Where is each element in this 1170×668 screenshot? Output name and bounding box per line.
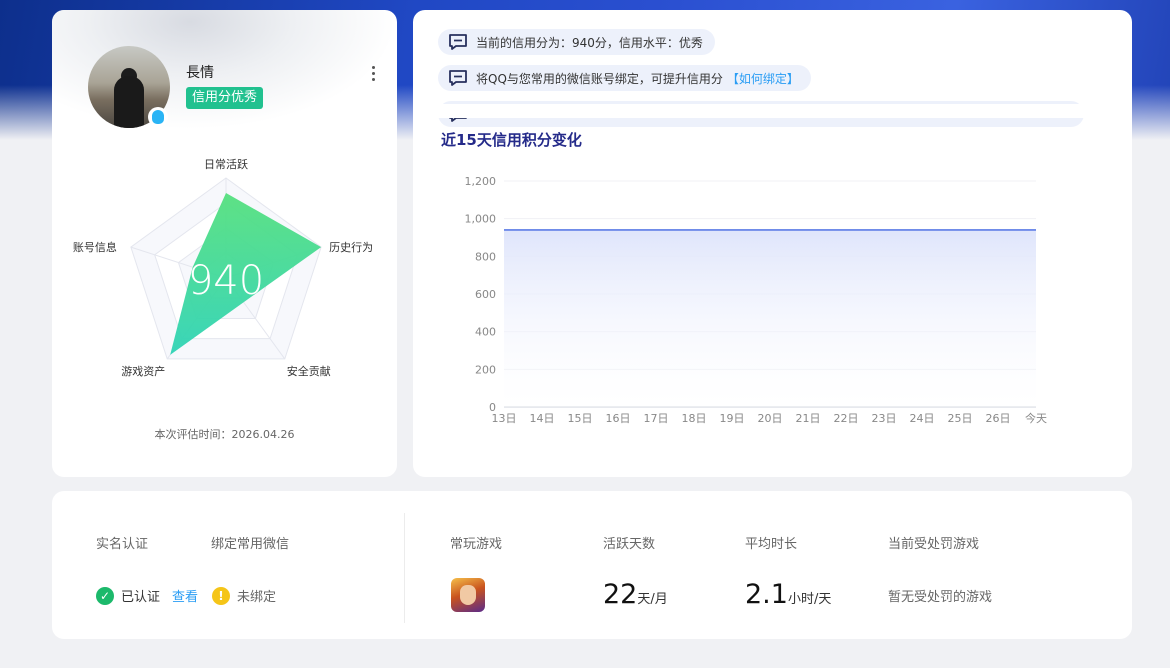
y-tick-label: 200 bbox=[475, 363, 496, 376]
x-tick-label: 15日 bbox=[568, 412, 593, 425]
credit-line-chart: 02004006008001,0001,20013日 14日 15日 16日 17日 18… bbox=[465, 175, 1048, 425]
game-icon[interactable] bbox=[451, 578, 485, 612]
frequent-game-label: 常玩游戏 bbox=[450, 537, 503, 552]
credit-chart-card: 当前的信用分为：940分，信用水平：优秀 将QQ与您常用的微信账号绑定，可提升信… bbox=[413, 10, 1132, 477]
x-tick-label: 25日 bbox=[948, 412, 973, 425]
x-tick-label: 19日 bbox=[720, 412, 745, 425]
avg-duration-value: 2.1小时/天 bbox=[745, 579, 832, 610]
x-tick-label: 21日 bbox=[796, 412, 821, 425]
penalty-text: 暂无受处罚的游戏 bbox=[888, 590, 993, 605]
radar-axis-label: 安全贡献 bbox=[287, 364, 331, 378]
y-tick-label: 1,000 bbox=[465, 213, 497, 226]
radar-axis-label: 账号信息 bbox=[73, 240, 117, 254]
y-tick-label: 1,200 bbox=[465, 175, 497, 188]
credit-radar-chart: 940 日常活跃历史行为安全贡献 游戏资产 账号信息 bbox=[73, 157, 373, 378]
radar-axis-label: 日常活跃 bbox=[204, 157, 248, 171]
y-tick-label: 800 bbox=[475, 250, 496, 263]
evaluation-time: 本次评估时间：2026.04.26 bbox=[154, 428, 295, 441]
x-tick-label: 今天 bbox=[1025, 411, 1047, 425]
x-tick-label: 13日 bbox=[492, 412, 517, 425]
x-tick-label: 22日 bbox=[834, 412, 859, 425]
x-tick-label: 24日 bbox=[910, 412, 935, 425]
chart-area-fill bbox=[504, 229, 1036, 407]
wechat-status-text: 未绑定 bbox=[237, 590, 277, 605]
active-days-value: 22天/月 bbox=[603, 579, 668, 610]
divider bbox=[404, 513, 405, 623]
credit-level-badge: 信用分优秀 bbox=[186, 87, 264, 109]
realname-label: 实名认证 bbox=[96, 537, 149, 552]
qq-icon bbox=[148, 107, 168, 127]
nickname: 長情 bbox=[186, 65, 214, 81]
x-tick-label: 16日 bbox=[606, 412, 631, 425]
wechat-bind-status: ! 未绑定 bbox=[212, 586, 276, 605]
more-options-icon[interactable] bbox=[368, 66, 378, 86]
x-tick-label: 26日 bbox=[986, 412, 1011, 425]
x-tick-label: 20日 bbox=[758, 412, 783, 425]
avg-duration-label: 平均时长 bbox=[745, 537, 798, 552]
wechat-bind-label: 绑定常用微信 bbox=[211, 537, 290, 552]
x-tick-label: 14日 bbox=[530, 412, 555, 425]
radar-axis-label: 历史行为 bbox=[329, 241, 373, 254]
y-tick-label: 400 bbox=[475, 326, 496, 339]
x-tick-label: 17日 bbox=[644, 412, 669, 425]
x-tick-label: 18日 bbox=[682, 412, 707, 425]
profile-card: 長情 信用分优秀 940 日常活跃历史行为安全贡献 游戏资产 账号信息 本次评估时间：… bbox=[52, 10, 397, 477]
credit-score: 940 bbox=[188, 258, 264, 304]
y-tick-label: 600 bbox=[475, 288, 496, 301]
penalty-status: 暂无受处罚的游戏 bbox=[888, 586, 992, 605]
penalty-label: 当前受处罚游戏 bbox=[888, 537, 980, 552]
x-tick-label: 23日 bbox=[872, 412, 897, 425]
check-icon: ✓ bbox=[96, 586, 114, 605]
view-realname-link[interactable]: 查看 bbox=[172, 586, 198, 605]
realname-status: ✓ 已认证 查看 bbox=[96, 586, 198, 605]
active-days-label: 活跃天数 bbox=[603, 537, 656, 552]
radar-axis-label: 游戏资产 bbox=[121, 364, 165, 378]
account-summary-card: 实名认证 绑定常用微信 ✓ 已认证 查看 ! 未绑定 常玩游戏 活跃天数 22天… bbox=[52, 491, 1132, 639]
realname-status-text: 已认证 bbox=[121, 590, 161, 605]
warning-icon: ! bbox=[212, 586, 230, 605]
